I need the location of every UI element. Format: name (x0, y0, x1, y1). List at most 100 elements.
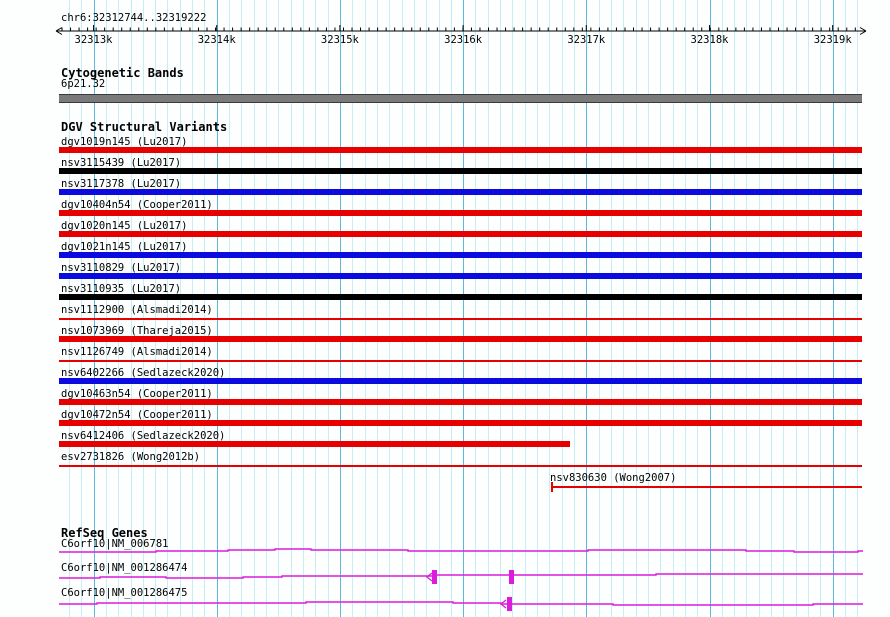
gridline-minor (685, 0, 686, 617)
gridline-minor (525, 0, 526, 617)
right-arrow-icon (860, 28, 866, 32)
gridline-minor (451, 0, 452, 617)
dgv-track-label[interactable]: nsv830630 (Wong2007) (550, 473, 676, 484)
dgv-track-label[interactable]: nsv1126749 (Alsmadi2014) (61, 347, 213, 358)
gridline-minor (426, 0, 427, 617)
gene-model[interactable] (59, 594, 863, 614)
gridline-major (217, 0, 218, 617)
gridline-minor (512, 0, 513, 617)
gridline-minor (636, 0, 637, 617)
dgv-variant-bar[interactable] (59, 252, 862, 258)
gridline-minor (574, 0, 575, 617)
gridline-minor (303, 0, 304, 617)
gridline-minor (611, 0, 612, 617)
gridline-minor (549, 0, 550, 617)
ruler-tick-label: 32318k (685, 35, 735, 46)
dgv-track-label[interactable]: nsv1112900 (Alsmadi2014) (61, 305, 213, 316)
ruler-tick-label: 32317k (561, 35, 611, 46)
ruler-tick-label: 32315k (315, 35, 365, 46)
gridline-minor (266, 0, 267, 617)
gridline-major (833, 0, 834, 617)
gridline-minor (648, 0, 649, 617)
dgv-variant-bar[interactable] (59, 210, 862, 216)
exon-block[interactable] (507, 597, 512, 611)
gridline-minor (746, 0, 747, 617)
gridline-minor (291, 0, 292, 617)
gridline-major (340, 0, 341, 617)
dgv-variant-bar[interactable] (59, 378, 862, 384)
gridline-minor (673, 0, 674, 617)
genome-browser-panel: chr6:32312744..32319222 32313k 32314k 3231… (0, 0, 890, 617)
gridline-minor (389, 0, 390, 617)
dgv-variant-bar[interactable] (59, 336, 862, 342)
dgv-variant-bar[interactable] (59, 294, 862, 300)
gridline-minor (845, 0, 846, 617)
dgv-variant-bar[interactable] (59, 399, 862, 405)
dgv-track-label[interactable]: esv2731826 (Wong2012b) (61, 452, 200, 463)
dgv-variant-bar[interactable] (59, 465, 862, 467)
gridline-minor (537, 0, 538, 617)
ruler-tick-label: 32319k (808, 35, 858, 46)
dgv-variant-bar[interactable] (59, 147, 862, 153)
dgv-variant-bar[interactable] (59, 360, 862, 362)
gridline-minor (241, 0, 242, 617)
gridline-minor (808, 0, 809, 617)
dgv-variant-bar[interactable] (59, 420, 862, 426)
gridline-minor (488, 0, 489, 617)
cytoband-name: 6p21.32 (61, 79, 105, 90)
ruler-tick-label: 32313k (69, 35, 119, 46)
dgv-section-title: DGV Structural Variants (61, 121, 227, 133)
gridline-minor (857, 0, 858, 617)
gridline-minor (315, 0, 316, 617)
exon-block[interactable] (509, 570, 514, 584)
gene-intron-line (59, 602, 863, 605)
gridline-minor (796, 0, 797, 617)
gridline-major (710, 0, 711, 617)
gridline-minor (759, 0, 760, 617)
gridline-minor (475, 0, 476, 617)
dgv-variant-bar[interactable] (59, 189, 862, 195)
gridline-minor (365, 0, 366, 617)
gene-intron-line (59, 574, 863, 578)
gridline-minor (697, 0, 698, 617)
ruler-tick-label: 32314k (192, 35, 242, 46)
left-arrow-icon (56, 28, 62, 32)
exon-block[interactable] (432, 570, 437, 584)
gridline-minor (623, 0, 624, 617)
dgv-variant-bar[interactable] (59, 273, 862, 279)
gridline-minor (722, 0, 723, 617)
gridline-minor (439, 0, 440, 617)
gridline-major (586, 0, 587, 617)
gene-model[interactable] (59, 567, 863, 587)
ruler-tick-label: 32316k (438, 35, 488, 46)
gridline-minor (254, 0, 255, 617)
gridline-minor (229, 0, 230, 617)
gridline-minor (414, 0, 415, 617)
gridline-minor (660, 0, 661, 617)
dgv-variant-bar[interactable] (59, 441, 570, 447)
left-arrow-icon (56, 31, 62, 35)
gridline-minor (352, 0, 353, 617)
cytoband-bar[interactable] (59, 94, 862, 103)
gene-model[interactable] (59, 542, 863, 562)
gridline-minor (377, 0, 378, 617)
gene-intron-line (59, 549, 863, 552)
gridline-minor (734, 0, 735, 617)
right-arrow-icon (860, 31, 866, 35)
gridline-minor (599, 0, 600, 617)
region-label: chr6:32312744..32319222 (61, 13, 206, 24)
dgv-variant-bar[interactable] (59, 318, 862, 320)
gridline-minor (820, 0, 821, 617)
gridline-minor (562, 0, 563, 617)
dgv-variant-bar[interactable] (59, 168, 862, 174)
gridline-minor (783, 0, 784, 617)
dgv-variant-bar[interactable] (551, 486, 862, 488)
gridline-minor (500, 0, 501, 617)
gridline-major (463, 0, 464, 617)
gridline-minor (402, 0, 403, 617)
gridline-minor (278, 0, 279, 617)
strand-arrow-icon (427, 573, 432, 581)
dgv-variant-bar[interactable] (59, 231, 862, 237)
variant-start-bracket (551, 482, 553, 492)
gridline-minor (771, 0, 772, 617)
